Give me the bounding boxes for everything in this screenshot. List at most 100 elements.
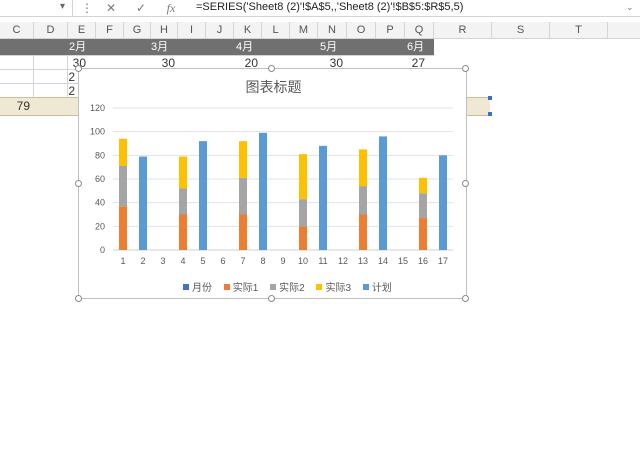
plot-area[interactable]: 0204060801001201 2 3 4 5 6 7 8 9 10 11 12 13 14 15 16 17	[79, 69, 466, 298]
month-header-row	[0, 39, 434, 55]
column-header[interactable]: D	[34, 22, 68, 38]
cell-value[interactable]: 79	[0, 99, 30, 113]
grid-line	[33, 55, 34, 97]
x-tick-label: 14	[378, 256, 388, 266]
y-tick-label: 120	[90, 103, 105, 113]
y-tick-label: 20	[95, 221, 105, 231]
x-tick-label: 11	[318, 256, 327, 266]
bar-segment[interactable]	[179, 156, 187, 189]
bar-segment[interactable]	[419, 193, 427, 219]
enter-icon[interactable]: ✓	[130, 0, 152, 16]
bar-segment[interactable]	[119, 165, 127, 207]
column-header[interactable]: T	[550, 22, 608, 38]
bar-segment[interactable]	[119, 206, 127, 250]
bar-segment[interactable]	[239, 141, 247, 178]
x-tick-label: 10	[298, 256, 308, 266]
column-header[interactable]: R	[434, 22, 492, 38]
chart-area[interactable]: 图表标题 0 20 40 60 80 100 120 1 2 3 4 5 6 7 8 9 10 11 12 13 14 1…	[78, 68, 467, 299]
selection-handle[interactable]	[488, 96, 492, 100]
bar-segment[interactable]	[199, 141, 207, 250]
column-header[interactable]: K	[234, 22, 262, 38]
y-tick-label: 60	[95, 174, 105, 184]
column-header[interactable]: E	[68, 22, 96, 38]
x-tick-label: 2	[140, 256, 145, 266]
column-header[interactable]: C	[0, 22, 34, 38]
x-tick-label: 13	[358, 256, 368, 266]
x-tick-label: 5	[200, 256, 205, 266]
name-box[interactable]: ▾	[0, 0, 73, 16]
column-header[interactable]: M	[290, 22, 318, 38]
column-header[interactable]: G	[124, 22, 151, 38]
legend-swatch	[223, 284, 230, 290]
column-header[interactable]: N	[318, 22, 347, 38]
chart-resize-handle[interactable]	[268, 65, 275, 72]
month-header-cell[interactable]: 5月	[320, 39, 337, 55]
chart-resize-handle[interactable]	[75, 65, 82, 72]
namebox-dropdown-icon[interactable]: ▾	[60, 0, 65, 14]
expand-formula-bar-icon[interactable]: ⌄	[626, 2, 634, 13]
legend-item[interactable]: 实际1	[223, 279, 258, 294]
bar-segment[interactable]	[119, 138, 127, 166]
chart-resize-handle[interactable]	[462, 65, 469, 72]
chart-legend[interactable]: 月份 实际1 实际2 实际3 计划	[183, 279, 401, 294]
bar-segment[interactable]	[419, 177, 427, 194]
bar-segment[interactable]	[359, 214, 367, 251]
column-header[interactable]: P	[376, 22, 405, 38]
more-options-icon[interactable]: ⋮	[76, 0, 98, 16]
bar-segment[interactable]	[299, 226, 307, 250]
bar-segment[interactable]	[379, 136, 387, 250]
chart-resize-handle[interactable]	[462, 180, 469, 187]
bar-segment[interactable]	[419, 218, 427, 250]
legend-swatch	[183, 284, 189, 290]
bar-segment[interactable]	[139, 156, 147, 250]
selection-handle[interactable]	[488, 112, 492, 116]
x-tick-label: 9	[280, 256, 285, 266]
bar-segment[interactable]	[319, 145, 327, 250]
legend-label: 实际2	[279, 283, 305, 294]
insert-function-icon[interactable]: fx	[160, 0, 182, 16]
bar-segment[interactable]	[299, 199, 307, 227]
legend-label: 计划	[371, 283, 392, 294]
month-header-cell[interactable]: 2月	[69, 39, 86, 55]
bar-segment[interactable]	[179, 188, 187, 215]
column-header[interactable]: J	[206, 22, 234, 38]
cancel-icon[interactable]: ✕	[100, 0, 122, 16]
legend-swatch	[270, 284, 277, 290]
chart-resize-handle[interactable]	[75, 295, 82, 302]
legend-item[interactable]: 实际2	[270, 279, 305, 294]
legend-label: 月份	[192, 283, 212, 294]
bar-segment[interactable]	[239, 177, 247, 215]
month-header-cell[interactable]: 3月	[151, 39, 168, 55]
bar-segment[interactable]	[259, 132, 267, 250]
chart-resize-handle[interactable]	[268, 295, 275, 302]
bar-segment[interactable]	[299, 154, 307, 200]
chart-resize-handle[interactable]	[462, 295, 469, 302]
column-header[interactable]: I	[178, 22, 206, 38]
bar-segment[interactable]	[179, 214, 187, 251]
column-header[interactable]: S	[492, 22, 550, 38]
column-header[interactable]: H	[151, 22, 178, 38]
legend-item[interactable]: 计划	[362, 279, 392, 294]
bar-segment[interactable]	[439, 155, 447, 250]
legend-item[interactable]: 实际3	[316, 279, 351, 294]
bar-segment[interactable]	[359, 186, 367, 215]
legend-item[interactable]: 月份	[183, 279, 212, 294]
chart-resize-handle[interactable]	[75, 180, 82, 187]
cell-value[interactable]: 2	[68, 70, 75, 84]
cell-value[interactable]: 2	[68, 84, 75, 98]
column-header[interactable]: L	[262, 22, 290, 38]
x-tick-label: 8	[260, 256, 265, 266]
x-tick-label: 4	[180, 256, 185, 266]
bar-segment[interactable]	[239, 214, 247, 251]
column-header[interactable]: O	[347, 22, 376, 38]
bar-segment[interactable]	[359, 149, 367, 187]
legend-label: 实际3	[325, 283, 352, 294]
month-header-cell[interactable]: 6月	[407, 39, 424, 55]
formula-input[interactable]: =SERIES('Sheet8 (2)'!$A$5,,'Sheet8 (2)'!…	[196, 0, 463, 16]
x-tick-label: 15	[398, 256, 408, 266]
column-header[interactable]: F	[96, 22, 124, 38]
column-headers: C D E F G H I J K L M N O P Q R S T	[0, 22, 640, 39]
month-header-cell[interactable]: 4月	[236, 39, 253, 55]
y-tick-label: 0	[100, 245, 105, 255]
column-header[interactable]: Q	[405, 22, 434, 38]
